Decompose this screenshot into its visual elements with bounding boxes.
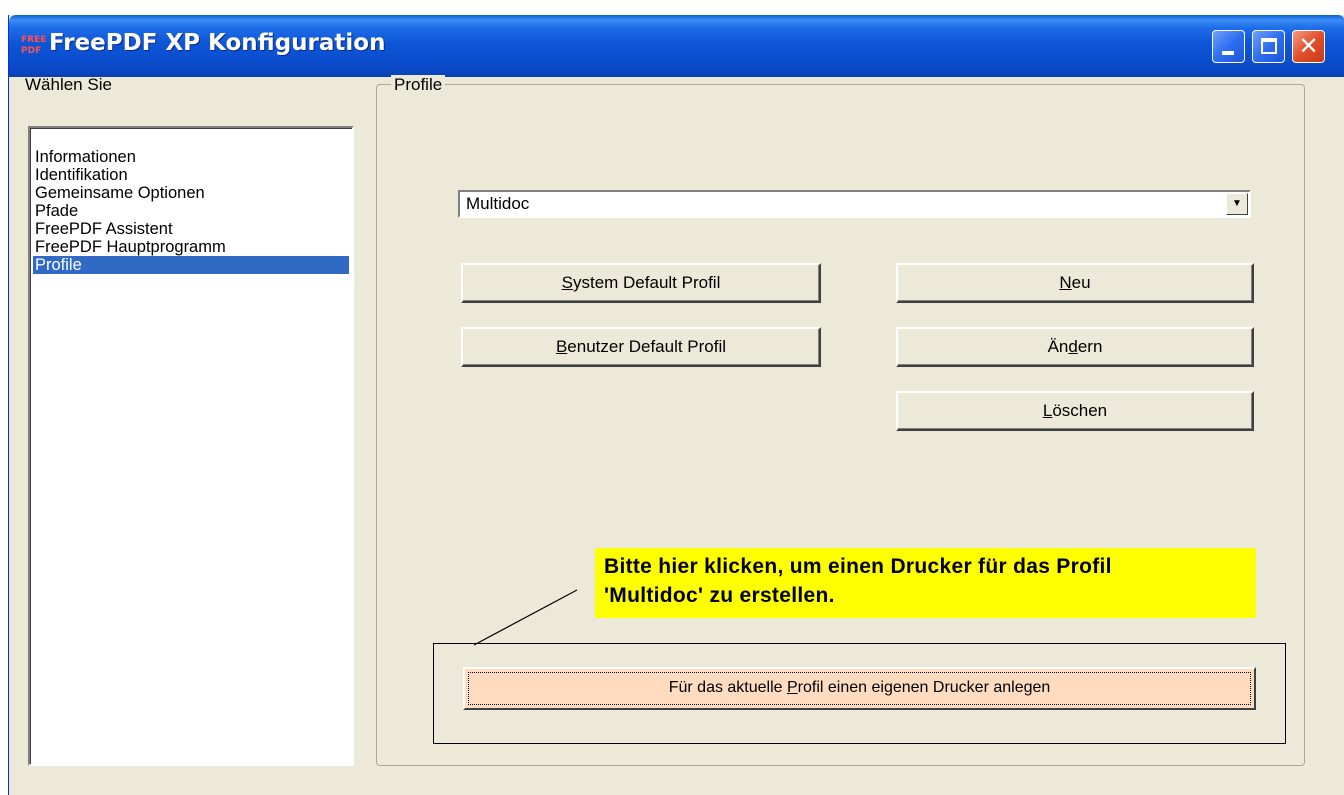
list-item-pfade[interactable]: Pfade [33, 202, 349, 220]
list-item-informationen[interactable]: Informationen [33, 148, 349, 166]
profile-group-legend: Profile [391, 75, 446, 95]
user-default-profile-button[interactable]: Benutzer Default Profil [461, 327, 821, 367]
chevron-down-icon[interactable]: ▼ [1226, 193, 1248, 215]
maximize-button[interactable] [1252, 30, 1285, 63]
minimize-icon [1222, 51, 1234, 55]
profile-select-value: Multidoc [466, 194, 530, 213]
profile-select[interactable]: Multidoc ▼ [458, 190, 1251, 218]
hint-callout-text: Bitte hier klicken, um einen Drucker für… [604, 552, 1254, 610]
close-icon: ✕ [1298, 32, 1319, 60]
minimize-button[interactable] [1212, 30, 1245, 63]
create-printer-for-profile-button[interactable]: Für das aktuelle Profil einen eigenen Dr… [463, 667, 1256, 710]
title-bar[interactable]: FREE PDF FreePDF XP Konfiguration ✕ [9, 15, 1344, 77]
list-item-gemeinsame-optionen[interactable]: Gemeinsame Optionen [33, 184, 349, 202]
delete-profile-button[interactable]: Löschen [896, 391, 1254, 431]
system-default-profile-button[interactable]: System Default Profil [461, 263, 821, 303]
list-item-freepdf-hauptprogramm[interactable]: FreePDF Hauptprogramm [33, 238, 349, 256]
edit-profile-button[interactable]: Ändern [896, 327, 1254, 367]
new-profile-button[interactable]: Neu [896, 263, 1254, 303]
window-title: FreePDF XP Konfiguration [49, 30, 386, 56]
category-listbox[interactable]: Informationen Identifikation Gemeinsame … [28, 126, 354, 766]
focus-rectangle [468, 672, 1251, 705]
list-item-freepdf-assistent[interactable]: FreePDF Assistent [33, 220, 349, 238]
hint-line-1: Bitte hier klicken, um einen Drucker für… [604, 555, 1112, 578]
list-item-profile[interactable]: Profile [33, 256, 349, 274]
hint-callout: Bitte hier klicken, um einen Drucker für… [595, 548, 1256, 618]
choose-label: Wählen Sie [25, 75, 112, 94]
maximize-icon [1261, 38, 1277, 54]
list-item-identifikation[interactable]: Identifikation [33, 166, 349, 184]
close-button[interactable]: ✕ [1292, 30, 1325, 63]
freepdf-app-icon: FREE PDF [21, 35, 47, 56]
hint-line-2: 'Multidoc' zu erstellen. [604, 584, 835, 607]
